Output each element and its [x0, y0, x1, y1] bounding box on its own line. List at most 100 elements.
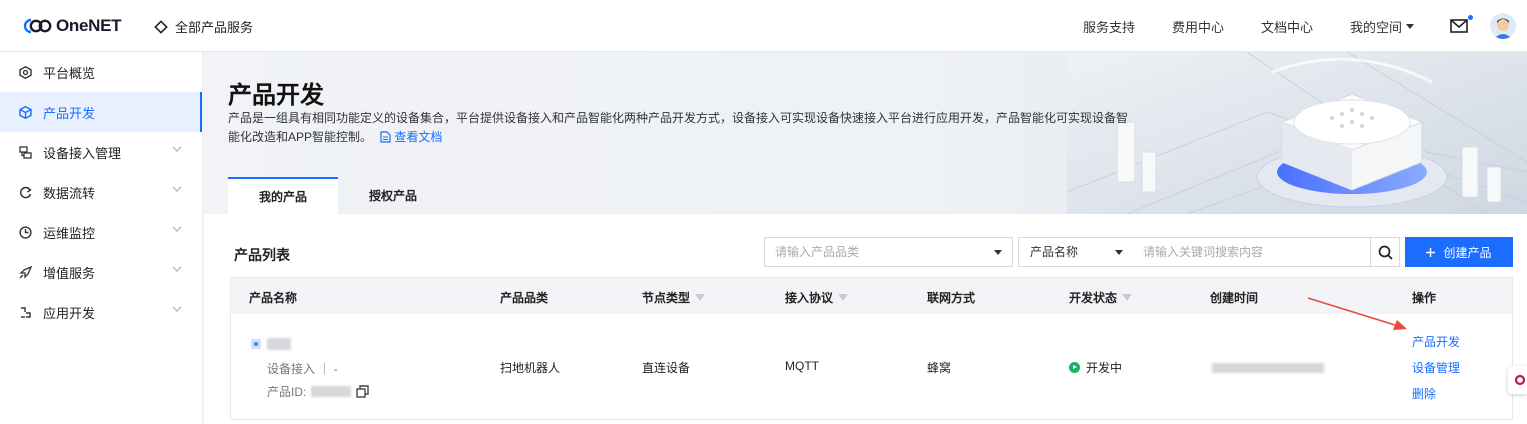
logo-text: OneNET — [56, 16, 122, 35]
sidebar-item-label: 产品开发 — [43, 105, 96, 121]
created-time-redacted — [1212, 360, 1324, 374]
delete-link[interactable]: 删除 — [1412, 385, 1436, 402]
product-list-title: 产品列表 — [234, 247, 290, 263]
sidebar-item-value-added[interactable]: 增值服务 — [0, 252, 202, 292]
create-product-label: 创建产品 — [1443, 245, 1492, 260]
caret-down-icon — [1406, 23, 1414, 29]
dev-status-label: 开发中 — [1086, 361, 1123, 375]
app-icon — [19, 306, 32, 319]
sidebar-item-label: 运维监控 — [43, 225, 96, 241]
keyword-placeholder: 请输入关键词搜索内容 — [1143, 245, 1264, 259]
view-docs-link[interactable]: 查看文档 — [375, 130, 442, 144]
message-button[interactable] — [1450, 15, 1473, 33]
node-type: 直连设备 — [642, 361, 691, 375]
logo-icon — [23, 18, 52, 34]
description-text: 产品是一组具有相同功能定义的设备集合，平台提供设备接入和产品智能化两种产品开发方… — [228, 111, 1129, 144]
col-category: 产品品类 — [500, 291, 549, 305]
onenet-logo[interactable]: OneNET — [22, 15, 122, 37]
sidebar-item-label: 增值服务 — [43, 265, 96, 281]
col-network: 联网方式 — [927, 291, 976, 305]
plus-icon — [1426, 247, 1436, 257]
diamond-icon — [154, 19, 168, 34]
avatar-icon — [1490, 13, 1516, 39]
col-dev-status[interactable]: 开发状态 — [1069, 289, 1133, 306]
monitor-icon — [19, 225, 32, 239]
search-field-value: 产品名称 — [1030, 245, 1079, 259]
cube-icon — [19, 105, 32, 119]
table-header: 产品名称 产品品类 节点类型 接入协议 联网方式 开发状态 创建时间 操作 — [231, 278, 1512, 314]
sidebar-item-product-dev[interactable]: 产品开发 — [0, 92, 202, 132]
filter-icon[interactable] — [695, 294, 706, 301]
product-dev-link[interactable]: 产品开发 — [1412, 333, 1460, 350]
product-list-panel: 产品列表 请输入产品品类 产品名称 请输入关键词搜索内容 创建产品 产品名称 产… — [204, 214, 1527, 424]
chevron-down-icon — [172, 266, 182, 272]
product-id-redacted — [311, 386, 352, 397]
product-icon — [251, 338, 261, 352]
page-title: 产品开发 — [228, 82, 324, 109]
all-services-label: 全部产品服务 — [175, 20, 254, 35]
sidebar-item-label: 数据流转 — [43, 185, 96, 201]
dev-status: 开发中 — [1069, 359, 1122, 376]
sidebar-item-label: 设备接入管理 — [43, 145, 122, 161]
sidebar-item-overview[interactable]: 平台概览 — [0, 52, 202, 92]
chevron-down-icon — [172, 226, 182, 232]
sidebar: 平台概览 产品开发 设备接入管理 数据流转 运维监控 增值服务 应用开发 — [0, 52, 203, 424]
device-manage-link[interactable]: 设备管理 — [1412, 359, 1460, 376]
unread-dot — [1468, 15, 1473, 20]
tab-authorized-products[interactable]: 授权产品 — [338, 177, 448, 214]
category-placeholder: 请输入产品品类 — [775, 245, 860, 259]
nav-service-support[interactable]: 服务支持 — [1083, 17, 1135, 36]
keyword-search-input[interactable]: 请输入关键词搜索内容 — [1133, 237, 1371, 267]
sidebar-item-ops-monitor[interactable]: 运维监控 — [0, 212, 202, 252]
product-id: 产品ID: — [267, 383, 370, 400]
tab-my-products[interactable]: 我的产品 — [228, 177, 338, 214]
col-product-name: 产品名称 — [249, 291, 298, 305]
all-services-menu[interactable]: 全部产品服务 — [154, 17, 253, 36]
page-description: 产品是一组具有相同功能定义的设备集合，平台提供设备接入和产品智能化两种产品开发方… — [228, 109, 1138, 147]
sidebar-item-label: 平台概览 — [43, 65, 96, 81]
play-status-icon — [1069, 362, 1080, 373]
col-protocol[interactable]: 接入协议 — [785, 289, 849, 306]
my-space-menu[interactable]: 我的空间 — [1350, 17, 1414, 36]
main-content: 产品开发 产品是一组具有相同功能定义的设备集合，平台提供设备接入和产品智能化两种… — [204, 52, 1527, 424]
flow-icon — [19, 186, 32, 199]
sidebar-item-label: 应用开发 — [43, 305, 96, 321]
search-field-select[interactable]: 产品名称 — [1018, 237, 1134, 267]
sidebar-item-app-dev[interactable]: 应用开发 — [0, 292, 202, 332]
search-button[interactable] — [1370, 237, 1400, 267]
sidebar-item-data-flow[interactable]: 数据流转 — [0, 172, 202, 212]
device-icon — [19, 145, 32, 159]
search-icon — [1378, 245, 1393, 260]
filter-icon[interactable] — [1122, 294, 1133, 301]
product-tabs: 我的产品 授权产品 — [228, 177, 448, 214]
view-docs-label: 查看文档 — [394, 130, 443, 144]
rocket-icon — [19, 265, 32, 279]
copy-icon[interactable] — [356, 385, 370, 398]
mail-icon — [1450, 19, 1468, 33]
chevron-down-icon — [172, 146, 182, 152]
user-avatar[interactable] — [1490, 13, 1516, 39]
network-type: 蜂窝 — [927, 361, 952, 375]
page-banner: 产品开发 产品是一组具有相同功能定义的设备集合，平台提供设备接入和产品智能化两种… — [204, 52, 1527, 214]
filter-icon[interactable] — [838, 294, 849, 301]
category-select[interactable]: 请输入产品品类 — [764, 237, 1013, 267]
create-product-button[interactable]: 创建产品 — [1405, 237, 1513, 267]
chevron-down-icon — [172, 306, 182, 312]
nav-billing-center[interactable]: 费用中心 — [1172, 17, 1224, 36]
floating-helper-button[interactable] — [1508, 366, 1527, 394]
protocol: MQTT — [785, 359, 819, 373]
chevron-down-icon — [172, 186, 182, 192]
document-icon — [380, 131, 391, 143]
nav-doc-center[interactable]: 文档中心 — [1261, 17, 1313, 36]
helper-icon — [1514, 374, 1526, 386]
col-created-time: 创建时间 — [1210, 291, 1259, 305]
product-table: 产品名称 产品品类 节点类型 接入协议 联网方式 开发状态 创建时间 操作 设备… — [230, 277, 1513, 420]
product-category: 扫地机器人 — [500, 361, 561, 375]
col-actions: 操作 — [1412, 291, 1437, 305]
my-space-label: 我的空间 — [1349, 19, 1402, 35]
caret-down-icon — [994, 250, 1002, 255]
sidebar-item-device-access[interactable]: 设备接入管理 — [0, 132, 202, 172]
access-type: 设备接入 ｜ - — [267, 362, 338, 376]
col-node-type[interactable]: 节点类型 — [642, 289, 706, 306]
product-name-redacted[interactable] — [267, 336, 291, 350]
